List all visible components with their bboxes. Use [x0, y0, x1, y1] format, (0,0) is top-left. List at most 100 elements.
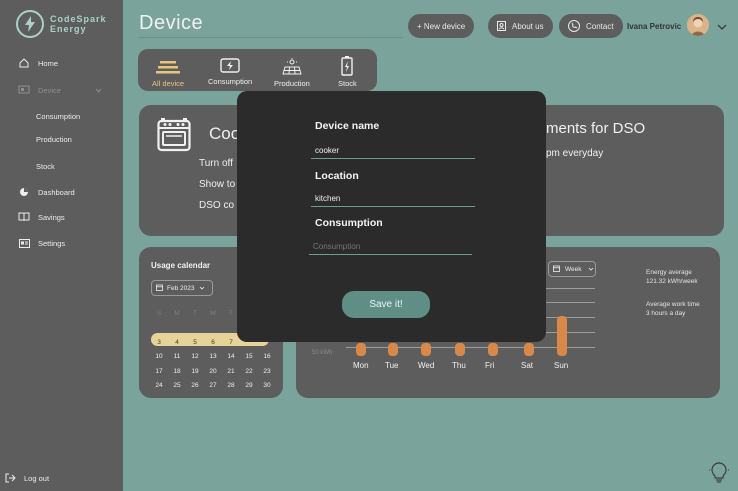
calendar-day[interactable]: 7 — [222, 339, 240, 346]
sidebar-item-settings[interactable]: Settings — [18, 237, 65, 249]
weekday-label: T — [193, 309, 197, 317]
energy-average-label: Energy average — [646, 269, 692, 276]
new-device-modal: Device name Location Consumption Save it… — [237, 91, 546, 342]
category-consumption[interactable]: Consumption — [208, 54, 252, 86]
sidebar-item-home[interactable]: Home — [18, 57, 58, 69]
brand-logo[interactable]: CodeSpark Energy — [16, 10, 107, 38]
month-label: Feb 2023 — [167, 284, 195, 292]
x-tick-label: Tue — [385, 361, 399, 370]
new-device-button[interactable]: + New device — [408, 14, 475, 38]
calendar-day[interactable]: 14 — [222, 353, 240, 360]
stack-icon — [156, 56, 181, 76]
lightning-logo-icon — [16, 10, 44, 38]
category-production[interactable]: Production — [274, 56, 310, 88]
work-time-value: 3 hours a day — [646, 310, 686, 317]
calendar-day[interactable]: 10 — [150, 353, 168, 360]
calendar-day[interactable]: 6 — [204, 339, 222, 346]
x-tick-label: Sun — [554, 361, 569, 370]
calendar-day[interactable]: 26 — [186, 382, 204, 389]
chart-bar — [524, 342, 534, 356]
chevron-down-icon[interactable] — [717, 18, 727, 36]
category-all-device[interactable]: All device — [152, 56, 184, 88]
calendar-day[interactable]: 12 — [186, 353, 204, 360]
chart-bar — [557, 316, 567, 356]
calendar-title: Usage calendar — [151, 261, 211, 270]
sidebar-item-label: Device — [38, 85, 61, 95]
calendar-day[interactable]: 11 — [168, 353, 186, 360]
chevron-down-icon — [588, 266, 594, 273]
chart-bar — [421, 342, 431, 356]
lightbulb-icon[interactable] — [709, 462, 729, 489]
sidebar-subitem-stock[interactable]: Stock — [36, 162, 55, 171]
sidebar-item-label: Dashboard — [38, 187, 75, 197]
calendar-day[interactable]: 18 — [168, 368, 186, 375]
sidebar-item-label: Home — [38, 58, 59, 68]
category-label: Stock — [338, 79, 357, 88]
calendar-day[interactable]: 13 — [204, 353, 222, 360]
sidebar-item-label: Settings — [38, 238, 66, 248]
calendar-day[interactable]: 5 — [186, 339, 204, 346]
calendar-day[interactable]: 21 — [222, 368, 240, 375]
oven-icon — [157, 117, 191, 157]
x-tick-label: Thu — [452, 361, 466, 370]
sidebar-subitem-consumption[interactable]: Consumption — [36, 112, 80, 121]
sidebar-subitem-production[interactable]: Production — [36, 135, 72, 144]
consumption-input[interactable] — [309, 239, 472, 255]
new-device-label: + New device — [417, 21, 466, 31]
calendar-day[interactable]: 19 — [186, 368, 204, 375]
contact-card-icon — [497, 21, 506, 31]
calendar-day[interactable]: 16 — [258, 353, 276, 360]
sidebar-item-device[interactable]: Device — [18, 84, 102, 96]
range-label: Week — [565, 265, 582, 273]
recommendations-text: pm everyday — [546, 148, 604, 159]
chart-bar — [455, 342, 465, 356]
calendar-day[interactable]: 28 — [222, 382, 240, 389]
location-label: Location — [315, 170, 359, 182]
contact-label: Contact — [586, 21, 614, 31]
logout-label: Log out — [24, 473, 50, 483]
chevron-down-icon — [95, 86, 102, 95]
device-card-line: DSO co — [199, 200, 235, 211]
calendar-day[interactable]: 15 — [240, 353, 258, 360]
user-name[interactable]: Ivana Petrovic — [627, 22, 681, 31]
month-select[interactable]: Feb 2023 — [151, 280, 213, 296]
page-title: Device — [139, 12, 204, 34]
device-name-input[interactable] — [311, 143, 475, 159]
weekday-label: M — [174, 309, 180, 317]
calendar-day[interactable]: 3 — [150, 339, 168, 346]
y-axis-label: 50 kWh — [312, 350, 333, 356]
consumption-label: Consumption — [315, 217, 383, 229]
calendar-day[interactable]: 25 — [168, 382, 186, 389]
calendar-day[interactable]: 17 — [150, 368, 168, 375]
category-stock[interactable]: Stock — [338, 56, 357, 88]
x-tick-label: Wed — [418, 361, 435, 370]
about-us-button[interactable]: About us — [488, 14, 553, 38]
calendar-day[interactable]: 22 — [240, 368, 258, 375]
calendar-day[interactable]: 27 — [204, 382, 222, 389]
calendar-day[interactable]: 23 — [258, 368, 276, 375]
pie-chart-icon — [18, 186, 30, 198]
chart-bar — [356, 342, 366, 356]
sidebar-item-savings[interactable]: Savings — [18, 211, 65, 223]
home-icon — [18, 57, 30, 69]
calendar-day[interactable]: 29 — [240, 382, 258, 389]
calendar-day[interactable]: 24 — [150, 382, 168, 389]
solar-panel-icon — [282, 56, 302, 76]
title-divider — [139, 37, 403, 38]
x-tick-label: Sat — [521, 361, 534, 370]
location-input[interactable] — [311, 191, 475, 207]
calendar-week-row: 24 25 26 27 28 29 30 — [150, 379, 276, 394]
contact-button[interactable]: Contact — [559, 14, 623, 38]
save-button[interactable]: Save it! — [342, 291, 430, 318]
sidebar-item-dashboard[interactable]: Dashboard — [18, 186, 75, 198]
logout-button[interactable]: Log out — [4, 472, 49, 484]
chevron-down-icon — [199, 285, 205, 292]
device-card-line: Show to — [199, 179, 236, 190]
calendar-day[interactable]: 4 — [168, 339, 186, 346]
brand-name: CodeSpark Energy — [50, 14, 107, 34]
calendar-icon — [553, 265, 560, 274]
range-select[interactable]: Week — [548, 261, 596, 277]
calendar-day[interactable]: 20 — [204, 368, 222, 375]
avatar[interactable] — [687, 14, 709, 36]
calendar-day[interactable]: 30 — [258, 382, 276, 389]
